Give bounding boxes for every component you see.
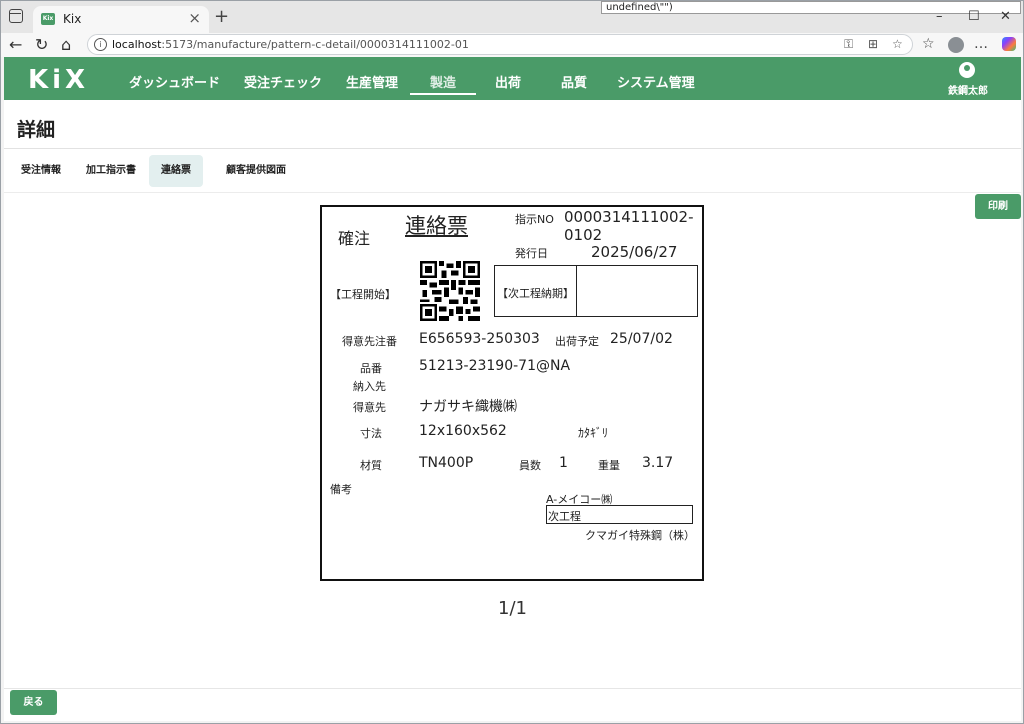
user-icon[interactable] (959, 62, 975, 78)
page-indicator: 1/1 (498, 598, 527, 619)
tab-work-instruction[interactable]: 加工指示書 (74, 155, 148, 187)
next-process-company: クマガイ特殊鋼（株） (585, 529, 695, 542)
dimension-label: 寸法 (360, 427, 382, 440)
print-button[interactable]: 印刷 (975, 194, 1021, 219)
url-bar[interactable]: i localhost:5173/manufacture/pattern-c-d… (87, 34, 913, 55)
menu-quality[interactable]: 品質 (561, 72, 587, 91)
more-icon[interactable]: … (974, 36, 988, 52)
ship-plan-label: 出荷予定 (555, 335, 599, 348)
new-tab-icon[interactable]: + (214, 6, 229, 27)
sidebar-toggle-icon[interactable] (9, 9, 23, 23)
tooltip: undefined\"") (601, 1, 1021, 14)
address-toolbar: ← ↻ ⌂ i localhost:5173/manufacture/patte… (1, 33, 1023, 57)
tab-strip: Kix Kix × + undefined\"") – ☐ ✕ (1, 1, 1023, 33)
kix-logo[interactable]: KiX (28, 65, 89, 95)
weight-label: 重量 (598, 459, 620, 472)
back-arrow-icon[interactable]: ← (9, 35, 22, 54)
menu-manufacture[interactable]: 製造 (430, 72, 456, 91)
issue-date-label: 発行日 (515, 247, 548, 260)
tab-customer-drawing[interactable]: 顧客提供図面 (214, 155, 298, 187)
minimize-icon[interactable]: – (936, 9, 943, 24)
next-process-box: 次工程 (546, 505, 693, 524)
divider (4, 688, 1021, 689)
material-label: 材質 (360, 459, 382, 472)
customer-order-label: 得意先注番 (342, 335, 397, 348)
reload-icon[interactable]: ↻ (35, 35, 48, 54)
process-start-label: 【工程開始】 (330, 288, 396, 301)
app-header: KiX ダッシュボード 受注チェック 生産管理 製造 出荷 品質 システム管理 … (4, 57, 1021, 100)
tab-order-info[interactable]: 受注情報 (9, 155, 73, 187)
user-name[interactable]: 鉄鋼太郎 (948, 82, 988, 97)
maximize-icon[interactable]: ☐ (968, 9, 980, 24)
key-icon[interactable]: ⚿ (844, 37, 853, 52)
site-info-icon[interactable]: i (94, 38, 107, 51)
browser-tab[interactable]: Kix Kix × (33, 6, 209, 33)
url-text: localhost:5173/manufacture/pattern-c-det… (112, 38, 469, 51)
divider (4, 148, 1021, 149)
box-divider (576, 266, 577, 316)
app-root: KiX ダッシュボード 受注チェック 生産管理 製造 出荷 品質 システム管理 … (4, 57, 1021, 721)
browser-tab-title: Kix (63, 12, 82, 26)
next-process-due-label: 【次工程納期】 (497, 287, 574, 300)
contact-slip-sheet: 確注 連絡票 指示NO 0000314111002- 0102 発行日 2025… (320, 205, 704, 581)
menu-dashboard[interactable]: ダッシュボード (129, 72, 220, 91)
dimension-value: 12x160x562 (419, 423, 507, 439)
tab-contact-slip[interactable]: 連絡票 (149, 155, 203, 187)
favorites-icon[interactable]: ☆ (922, 36, 935, 52)
qr-code-icon (420, 261, 480, 321)
divider (4, 192, 1021, 193)
count-value: 1 (559, 455, 568, 471)
app-install-icon[interactable]: ⊞ (868, 37, 878, 51)
remarks-label: 備考 (330, 483, 352, 496)
menu-shipping[interactable]: 出荷 (495, 72, 521, 91)
shape-value: ｶﾀｷﾞﾘ (578, 426, 609, 440)
customer-order-value: E656593-250303 (419, 331, 540, 347)
material-value: TN400P (419, 455, 474, 471)
menu-order-check[interactable]: 受注チェック (244, 72, 322, 91)
issue-date: 2025/06/27 (591, 243, 678, 261)
window-close-icon[interactable]: ✕ (1000, 9, 1011, 24)
next-process-label: 次工程 (548, 510, 581, 523)
menu-system[interactable]: システム管理 (617, 72, 695, 91)
browser-window: Kix Kix × + undefined\"") – ☐ ✕ ← ↻ ⌂ i … (0, 0, 1024, 724)
customer-label: 得意先 (353, 401, 386, 414)
weight-value: 3.17 (642, 455, 674, 471)
customer-value: ナガサキ織機㈱ (419, 399, 517, 415)
part-no-label: 品番 (360, 362, 382, 375)
menu-production[interactable]: 生産管理 (346, 72, 398, 91)
close-tab-icon[interactable]: × (188, 9, 201, 27)
sheet-title: 連絡票 (405, 214, 468, 238)
active-menu-indicator (410, 93, 476, 95)
kix-favicon-icon: Kix (41, 13, 55, 25)
instruction-no-line2: 0102 (564, 226, 603, 244)
next-process-due-box: 【次工程納期】 (494, 265, 698, 317)
part-no-value: 51213-23190-71@NA (419, 358, 571, 374)
page-title: 詳細 (17, 119, 56, 141)
back-button[interactable]: 戻る (10, 690, 57, 715)
ship-plan-value: 25/07/02 (610, 331, 673, 347)
delivery-label: 納入先 (353, 380, 386, 393)
instruction-no-line1: 0000314111002- (564, 208, 694, 226)
favorite-star-icon[interactable]: ☆ (892, 37, 903, 51)
home-icon[interactable]: ⌂ (61, 35, 71, 54)
instruction-no-label: 指示NO (515, 213, 554, 226)
order-status: 確注 (338, 229, 371, 248)
count-label: 員数 (519, 459, 541, 472)
profile-avatar-icon[interactable] (948, 37, 964, 53)
copilot-icon[interactable] (1002, 37, 1016, 51)
